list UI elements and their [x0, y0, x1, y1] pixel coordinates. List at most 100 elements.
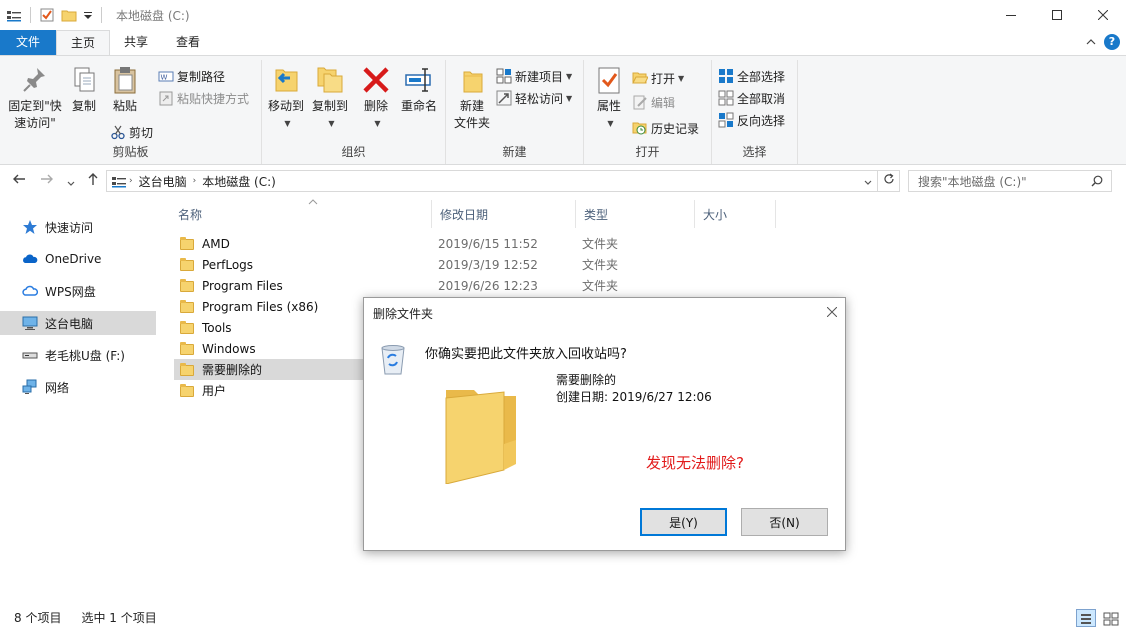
details-view-button[interactable]: [1076, 609, 1096, 627]
tab-share[interactable]: 共享: [110, 30, 162, 55]
file-type: 文件夹: [582, 258, 619, 272]
nav-item-usb-drive[interactable]: 老毛桃U盘 (F:): [0, 343, 156, 367]
nav-item-label: 网络: [45, 380, 70, 395]
organize-group: 移动到 ▼ 复制到 ▼ 删除 ▼ 重命名 组织: [262, 60, 446, 164]
refresh-button[interactable]: [878, 170, 900, 192]
properties-check-icon[interactable]: [39, 7, 55, 23]
nav-item-label: WPS网盘: [45, 284, 96, 299]
yes-button[interactable]: 是(Y): [640, 508, 727, 536]
select-all-button[interactable]: 全部选择: [718, 66, 785, 86]
edit-label: 编辑: [651, 95, 676, 110]
select-none-button[interactable]: 全部取消: [718, 88, 785, 108]
copy-to-icon: [314, 64, 346, 96]
column-header-type[interactable]: 类型: [576, 200, 695, 228]
separator: [101, 7, 102, 23]
new-folder-icon[interactable]: [61, 7, 77, 23]
column-header-label: 大小: [703, 207, 728, 222]
window-controls: [988, 0, 1126, 30]
delete-label: 删除: [363, 99, 388, 113]
file-row[interactable]: PerfLogs 2019/3/19 12:52 文件夹: [174, 254, 624, 275]
pin-quick-access-button[interactable]: 固定到"快 速访问": [4, 64, 66, 132]
nav-item-onedrive[interactable]: OneDrive: [0, 247, 156, 271]
customize-dropdown-icon[interactable]: [83, 7, 93, 23]
file-row-selected[interactable]: 需要删除的: [174, 359, 364, 380]
file-name: Program Files: [202, 278, 283, 293]
search-box[interactable]: 搜索"本地磁盘 (C:)": [908, 170, 1112, 192]
dialog-question: 你确实要把此文件夹放入回收站吗?: [425, 347, 627, 362]
explorer-icon[interactable]: [6, 7, 22, 23]
search-placeholder: 搜索"本地磁盘 (C:)": [918, 174, 1027, 189]
search-icon[interactable]: [1091, 175, 1103, 187]
column-header-date[interactable]: 修改日期: [432, 200, 576, 228]
open-label: 打开: [651, 71, 676, 86]
column-header-name[interactable]: 名称: [170, 199, 432, 228]
rename-button[interactable]: 重命名: [396, 64, 442, 115]
paste-button[interactable]: 粘贴: [106, 64, 144, 115]
dialog-close-button[interactable]: [826, 305, 838, 321]
history-button[interactable]: 历史记录: [632, 118, 699, 138]
file-row[interactable]: AMD 2019/6/15 11:52 文件夹: [174, 233, 624, 254]
column-header-size[interactable]: 大小: [695, 200, 776, 228]
tab-home[interactable]: 主页: [56, 30, 111, 55]
network-icon: [22, 379, 38, 395]
close-button[interactable]: [1080, 0, 1126, 30]
delete-dropdown-icon: ▼: [374, 119, 381, 128]
minimize-button[interactable]: [988, 0, 1034, 30]
open-button[interactable]: 打开 ▼: [632, 68, 684, 88]
large-folder-icon: [442, 384, 522, 485]
dialog-title: 删除文件夹: [373, 306, 434, 321]
maximize-button[interactable]: [1034, 0, 1080, 30]
delete-button[interactable]: 删除 ▼: [358, 64, 394, 132]
easy-access-button[interactable]: 轻松访问 ▼: [496, 88, 572, 108]
paste-shortcut-icon: [158, 90, 174, 106]
cut-button[interactable]: 剪切: [110, 122, 153, 142]
wps-cloud-icon: [22, 283, 39, 299]
nav-item-quick-access[interactable]: 快速访问: [0, 215, 156, 239]
breadcrumb-local-disk[interactable]: 本地磁盘 (C:): [202, 173, 276, 190]
nav-item-network[interactable]: 网络: [0, 375, 156, 399]
copy-to-button[interactable]: 复制到 ▼: [308, 64, 352, 132]
address-bar[interactable]: › 这台电脑 › 本地磁盘 (C:): [106, 170, 878, 192]
computer-icon: [22, 315, 38, 331]
folder-icon: [180, 279, 196, 292]
nav-item-this-pc[interactable]: 这台电脑: [0, 311, 156, 335]
breadcrumb-this-pc[interactable]: 这台电脑: [139, 173, 187, 190]
recent-locations-chevron-icon[interactable]: [66, 176, 76, 192]
file-date: 2019/3/19 12:52: [438, 257, 538, 272]
tab-file[interactable]: 文件: [0, 30, 57, 55]
help-icon[interactable]: ?: [1104, 34, 1120, 50]
forward-arrow-icon[interactable]: [40, 172, 54, 190]
delete-folder-dialog: 删除文件夹 你确实要把此文件夹放入回收站吗? 需要删除的 创建日期: 2019/…: [363, 297, 846, 551]
nav-item-label: 这台电脑: [45, 316, 94, 331]
file-row[interactable]: Program Files 2019/6/26 12:23 文件夹: [174, 275, 624, 296]
tab-view[interactable]: 查看: [162, 30, 214, 55]
easy-access-icon: [496, 90, 512, 106]
properties-button[interactable]: 属性 ▼: [590, 64, 628, 132]
up-arrow-icon[interactable]: [86, 172, 100, 190]
new-folder-button[interactable]: 新建 文件夹: [450, 64, 494, 132]
select-none-label: 全部取消: [737, 91, 786, 106]
clipboard-group-label: 剪贴板: [112, 145, 149, 159]
copy-path-button[interactable]: W 复制路径: [158, 66, 225, 86]
move-to-icon: [270, 64, 302, 96]
copy-button[interactable]: 复制: [66, 64, 102, 115]
invert-selection-button[interactable]: 反向选择: [718, 110, 785, 130]
new-item-button[interactable]: 新建项目 ▼: [496, 66, 572, 86]
back-arrow-icon[interactable]: [12, 172, 26, 190]
large-icons-view-button[interactable]: [1100, 609, 1120, 627]
nav-item-wps-cloud[interactable]: WPS网盘: [0, 279, 156, 303]
paste-shortcut-button[interactable]: 粘贴快捷方式: [158, 88, 249, 108]
address-row: › 这台电脑 › 本地磁盘 (C:) 搜索"本地磁盘 (C:)": [0, 167, 1126, 195]
no-button[interactable]: 否(N): [741, 508, 828, 536]
edit-button[interactable]: 编辑: [632, 92, 675, 112]
breadcrumb-chevron-icon[interactable]: ›: [129, 176, 133, 186]
easy-access-dropdown-icon: ▼: [566, 93, 573, 103]
refresh-icon: [883, 173, 894, 184]
move-to-button[interactable]: 移动到 ▼: [264, 64, 308, 132]
collapse-ribbon-icon[interactable]: [1086, 36, 1096, 49]
status-bar: 8 个项目 选中 1 个项目: [0, 605, 1126, 629]
move-to-dropdown-icon: ▼: [284, 119, 291, 128]
annotation-text: 发现无法删除?: [646, 454, 744, 472]
breadcrumb-chevron-icon[interactable]: ›: [193, 176, 197, 186]
address-dropdown-icon[interactable]: [863, 176, 873, 190]
